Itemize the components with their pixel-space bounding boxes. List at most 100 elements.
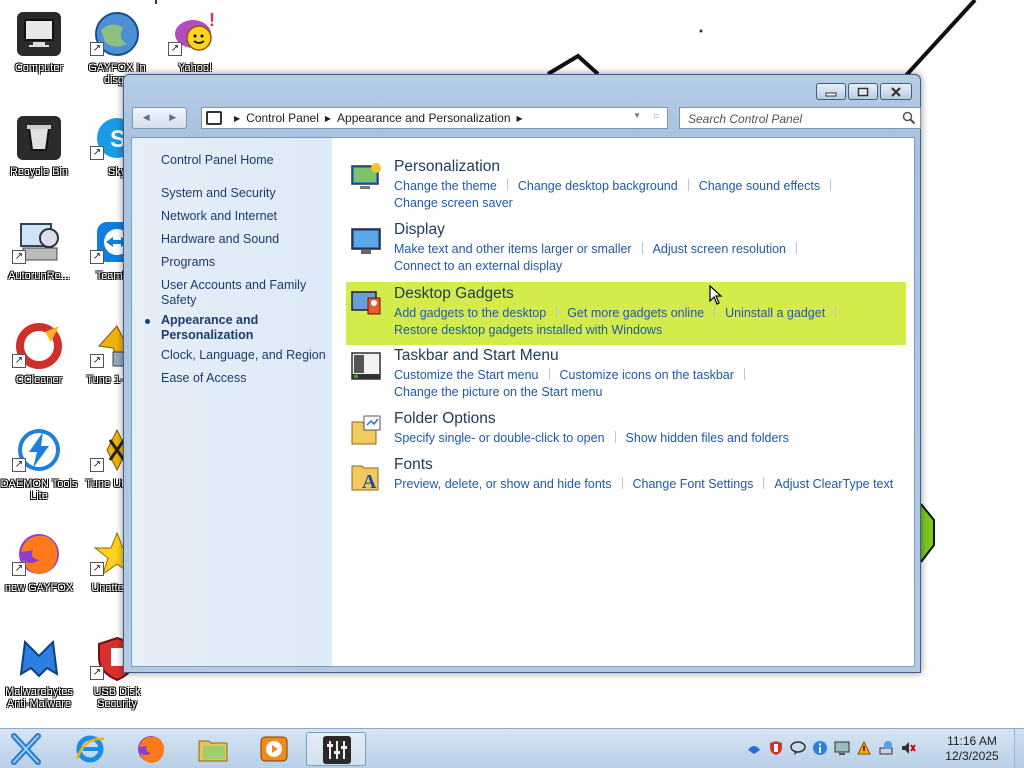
breadcrumb-appearance[interactable]: Appearance and Personalization — [337, 111, 510, 125]
security-icon[interactable] — [856, 740, 872, 756]
desktop-icon-computer[interactable]: Computer — [0, 4, 78, 102]
minimize-button[interactable] — [816, 83, 846, 100]
shortcut-arrow-icon: ↗ — [12, 250, 26, 264]
link-change-sound-effects[interactable]: Change sound effects — [699, 179, 820, 193]
breadcrumb-separator-icon[interactable]: ▶ — [517, 114, 523, 123]
link-divider — [556, 306, 558, 318]
nav-programs[interactable]: Programs — [161, 255, 329, 270]
control-panel-window: ◀ ▶ ▶ Control Panel ▶ Appearance and Per… — [123, 74, 921, 673]
shield-icon[interactable] — [768, 740, 784, 756]
chat-icon[interactable] — [790, 740, 806, 756]
address-bar[interactable]: ▶ Control Panel ▶ Appearance and Persona… — [201, 107, 668, 129]
mixer-icon — [323, 736, 351, 764]
category-links: Preview, delete, or show and hide fonts C… — [394, 476, 904, 493]
category-title[interactable]: Desktop Gadgets — [394, 285, 514, 303]
nav-clock-language-region[interactable]: Clock, Language, and Region — [161, 348, 329, 363]
link-change-start-menu-picture[interactable]: Change the picture on the Start menu — [394, 385, 602, 399]
address-dropdown-icon[interactable]: ▼ — [633, 111, 641, 120]
category-folder-options: Folder Options Specify single- or double… — [346, 410, 906, 450]
desktop-icon-autorun[interactable]: ↗ AutorunRe... — [0, 212, 78, 310]
computer-icon — [17, 12, 61, 56]
link-add-gadgets[interactable]: Add gadgets to the desktop — [394, 306, 546, 320]
link-single-double-click[interactable]: Specify single- or double-click to open — [394, 431, 605, 445]
clock-date: 12/3/2025 — [945, 749, 999, 763]
shortcut-arrow-icon: ↗ — [90, 146, 104, 160]
nav-hardware-and-sound[interactable]: Hardware and Sound — [161, 232, 329, 247]
clock[interactable]: 11:16 AM 12/3/2025 — [938, 734, 1006, 764]
breadcrumb-control-panel[interactable]: Control Panel — [246, 111, 319, 125]
link-adjust-screen-resolution[interactable]: Adjust screen resolution — [653, 242, 786, 256]
shortcut-arrow-icon: ↗ — [12, 354, 26, 368]
link-get-more-gadgets[interactable]: Get more gadgets online — [567, 306, 704, 320]
mixer-taskbar-button[interactable] — [306, 732, 366, 766]
back-button[interactable]: ◀ — [133, 108, 160, 128]
category-title[interactable]: Taskbar and Start Menu — [394, 347, 559, 365]
link-show-hidden-files[interactable]: Show hidden files and folders — [626, 431, 789, 445]
desktop-icon-label: CCleaner — [15, 374, 63, 386]
start-button[interactable] — [6, 732, 46, 766]
link-customize-start-menu[interactable]: Customize the Start menu — [394, 368, 539, 382]
network-share-icon[interactable] — [878, 740, 894, 756]
category-title[interactable]: Folder Options — [394, 410, 496, 428]
link-preview-fonts[interactable]: Preview, delete, or show and hide fonts — [394, 477, 612, 491]
category-title[interactable]: Display — [394, 221, 445, 239]
link-change-desktop-background[interactable]: Change desktop background — [518, 179, 678, 193]
forward-arrow-icon: ▶ — [169, 113, 177, 123]
desktop-icon-new-gayfox[interactable]: ↗ new GAYFOX — [0, 524, 78, 622]
firefox-icon[interactable] — [135, 733, 167, 765]
info-icon[interactable] — [812, 740, 828, 756]
clock-time: 11:16 AM — [947, 734, 997, 748]
close-button[interactable] — [880, 83, 912, 100]
maximize-button[interactable] — [848, 83, 878, 100]
nav-network-and-internet[interactable]: Network and Internet — [161, 209, 329, 224]
link-make-text-larger[interactable]: Make text and other items larger or smal… — [394, 242, 632, 256]
desktop-icon-malwarebytes[interactable]: Malwarebytes Anti-Malware — [0, 628, 78, 726]
content-area: Control Panel Home System and Security N… — [131, 137, 915, 667]
shortcut-arrow-icon: ↗ — [90, 666, 104, 680]
display-tray-icon[interactable] — [834, 740, 850, 756]
shortcut-arrow-icon: ↗ — [90, 250, 104, 264]
category-title[interactable]: Personalization — [394, 158, 500, 176]
category-fonts: A Fonts Preview, delete, or show and hid… — [346, 456, 906, 496]
shortcut-arrow-icon: ↗ — [90, 562, 104, 576]
forward-button[interactable]: ▶ — [160, 108, 187, 128]
link-change-screen-saver[interactable]: Change screen saver — [394, 196, 513, 210]
search-icon[interactable] — [902, 111, 916, 125]
link-connect-external-display[interactable]: Connect to an external display — [394, 259, 562, 273]
explorer-icon[interactable] — [197, 733, 229, 765]
internet-explorer-icon[interactable] — [74, 733, 106, 765]
shortcut-arrow-icon: ↗ — [12, 562, 26, 576]
search-input[interactable]: Search Control Panel — [679, 107, 921, 129]
breadcrumb-separator-icon: ▶ — [324, 113, 332, 123]
navigation-bar: ◀ ▶ ▶ Control Panel ▶ Appearance and Per… — [132, 107, 921, 131]
link-customize-taskbar-icons[interactable]: Customize icons on the taskbar — [560, 368, 734, 382]
nav-appearance-and-personalization: Appearance and Personalization — [161, 313, 259, 342]
nav-ease-of-access[interactable]: Ease of Access — [161, 371, 329, 386]
desktop-icon-label: Yahoo! — [177, 62, 213, 74]
link-restore-desktop-gadgets[interactable]: Restore desktop gadgets installed with W… — [394, 323, 662, 337]
mouse-cursor-icon — [709, 285, 723, 305]
link-divider — [548, 368, 550, 380]
media-player-icon[interactable] — [258, 733, 290, 765]
shortcut-arrow-icon: ↗ — [90, 42, 104, 56]
nav-user-accounts[interactable]: User Accounts and Family Safety — [161, 278, 329, 308]
breadcrumb-separator-icon: ▶ — [234, 113, 241, 123]
category-desktop-gadgets: Desktop Gadgets Add gadgets to the deskt… — [346, 282, 906, 345]
nav-control-panel-home[interactable]: Control Panel Home — [161, 153, 329, 168]
search-placeholder: Search Control Panel — [688, 112, 803, 126]
link-change-font-settings[interactable]: Change Font Settings — [633, 477, 754, 491]
desktop-icon-recycle-bin[interactable]: Recycle Bin — [0, 108, 78, 206]
desktop-icon-daemon-tools[interactable]: ↗ DAEMON Tools Lite — [0, 420, 78, 518]
volume-icon[interactable] — [900, 740, 916, 756]
desktop-icon-ccleaner[interactable]: ↗ CCleaner — [0, 316, 78, 414]
maximize-icon — [857, 87, 869, 96]
link-uninstall-gadget[interactable]: Uninstall a gadget — [725, 306, 825, 320]
show-desktop-button[interactable] — [1014, 729, 1024, 768]
link-adjust-cleartype[interactable]: Adjust ClearType text — [774, 477, 893, 491]
nav-system-and-security[interactable]: System and Security — [161, 186, 329, 201]
refresh-icon[interactable]: ○ — [653, 111, 659, 122]
category-title[interactable]: Fonts — [394, 456, 433, 474]
link-change-theme[interactable]: Change the theme — [394, 179, 497, 193]
network-icon[interactable] — [746, 740, 762, 756]
category-links: Customize the Start menu Customize icons … — [394, 367, 904, 401]
